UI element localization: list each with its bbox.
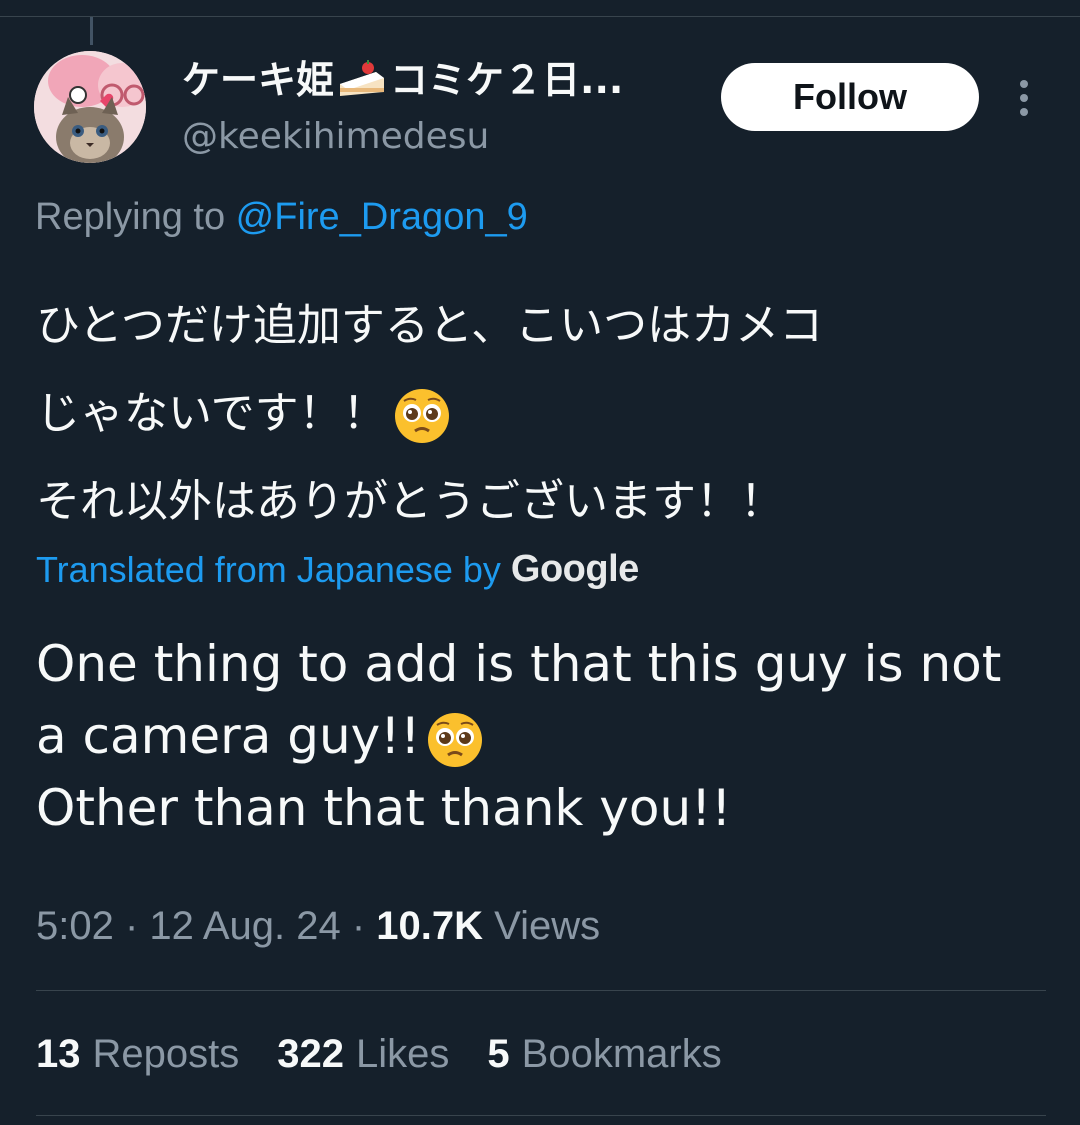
views-count: 10.7K <box>376 904 484 948</box>
original-line: それ以外はありがとうございます！！ <box>36 476 784 527</box>
divider <box>36 990 1046 991</box>
original-tweet-text: ひとつだけ追加すると、こいつはカメコ じゃないです！！ それ以外はありがとうござ… <box>36 282 1046 546</box>
translation-line: a camera guy!! <box>36 700 1046 772</box>
thread-line <box>90 17 93 45</box>
display-name[interactable]: ケーキ姫 コミケ２日... <box>182 56 682 104</box>
bookmarks-label: Bookmarks <box>521 1032 722 1076</box>
pleading-face-emoji-icon <box>428 712 483 767</box>
follow-button[interactable]: Follow <box>721 63 979 131</box>
user-handle[interactable]: @keekihimedesu <box>182 112 682 162</box>
translated-from-label[interactable]: Translated from Japanese by <box>36 549 501 591</box>
translation-line: One thing to add is that this guy is not <box>36 635 1002 693</box>
translation-line: Other than that thank you!! <box>36 779 732 837</box>
cake-icon <box>340 60 385 96</box>
likes-count: 322 <box>277 1032 344 1076</box>
replying-prefix: Replying to <box>35 196 236 238</box>
reposts-count: 13 <box>36 1032 81 1076</box>
avatar[interactable] <box>34 51 146 163</box>
translation-attribution[interactable]: Translated from Japanese by Google <box>36 548 639 591</box>
original-line: じゃないです！！ <box>36 370 1046 458</box>
tweet-date[interactable]: 12 Aug. 24 <box>149 904 340 948</box>
divider <box>36 1115 1046 1116</box>
top-divider <box>0 16 1080 17</box>
bookmarks-stat[interactable]: 5 Bookmarks <box>487 1032 721 1077</box>
more-vertical-icon[interactable] <box>1012 76 1036 120</box>
reply-mention-link[interactable]: @Fire_Dragon_9 <box>236 196 528 238</box>
translated-tweet-text: One thing to add is that this guy is not… <box>36 628 1046 844</box>
replying-to: Replying to @Fire_Dragon_9 <box>35 196 528 239</box>
engagement-stats: 13 Reposts 322 Likes 5 Bookmarks <box>36 1032 722 1077</box>
reposts-stat[interactable]: 13 Reposts <box>36 1032 239 1077</box>
display-name-text: ケーキ姫 <box>182 58 335 102</box>
tweet-time[interactable]: 5:02 <box>36 904 114 948</box>
pleading-face-emoji-icon <box>394 389 449 443</box>
author-info[interactable]: ケーキ姫 コミケ２日... @keekihimedesu <box>182 56 682 162</box>
bookmarks-count: 5 <box>487 1032 510 1076</box>
google-logo: Google <box>510 548 639 590</box>
original-line: ひとつだけ追加すると、こいつはカメコ <box>36 300 824 351</box>
likes-label: Likes <box>356 1032 450 1076</box>
views-label: Views <box>494 904 601 948</box>
tweet-meta: 5:02 · 12 Aug. 24 · 10.7K Views <box>36 904 601 948</box>
likes-stat[interactable]: 322 Likes <box>277 1032 449 1077</box>
reposts-label: Reposts <box>92 1032 240 1076</box>
display-name-suffix: コミケ２日... <box>390 58 624 102</box>
